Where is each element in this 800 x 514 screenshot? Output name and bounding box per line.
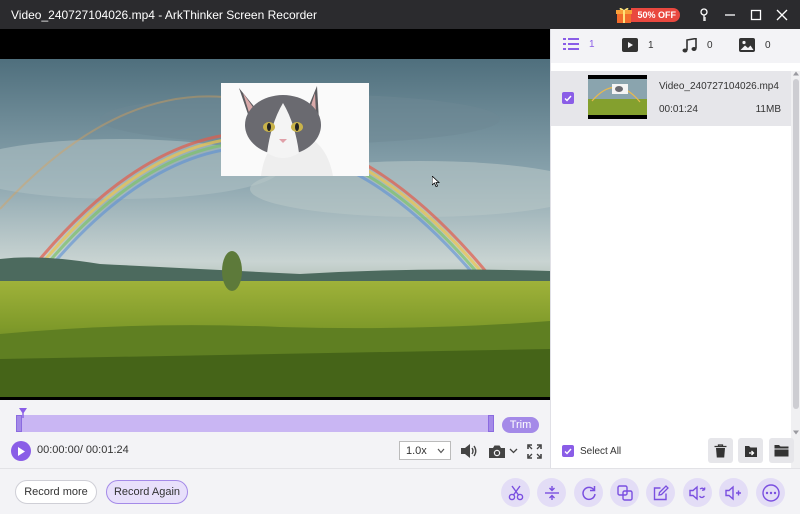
- merge-tool-button[interactable]: [610, 478, 639, 507]
- trim-button[interactable]: Trim: [502, 417, 539, 433]
- tab-image-count: 0: [765, 39, 771, 51]
- rotate-icon: [581, 485, 596, 500]
- recording-list-item[interactable]: Video_240727104026.mp4 00:01:24 11MB: [551, 71, 791, 126]
- open-folder-button[interactable]: [769, 438, 794, 463]
- tab-audio-count: 0: [707, 40, 713, 51]
- delete-button[interactable]: [708, 438, 733, 463]
- volume-button[interactable]: [460, 441, 478, 461]
- chevron-down-icon: [509, 448, 518, 454]
- tab-all-count: 1: [589, 38, 595, 50]
- chevron-down-icon: [437, 448, 445, 454]
- compress-icon: [544, 485, 559, 500]
- rotate-tool-button[interactable]: [574, 478, 603, 507]
- item-checkbox[interactable]: [562, 92, 574, 104]
- volume-boost-tool-button[interactable]: [719, 478, 748, 507]
- minimize-icon: [725, 13, 735, 16]
- record-more-button[interactable]: Record more: [15, 480, 97, 504]
- select-all[interactable]: Select All: [562, 445, 621, 457]
- key-icon: [700, 7, 708, 21]
- playhead-marker[interactable]: [19, 408, 27, 418]
- more-icon: [761, 483, 780, 502]
- export-button[interactable]: [738, 438, 763, 463]
- mouse-cursor: [432, 176, 440, 187]
- promo-label: 50% OFF: [631, 7, 680, 22]
- list-scrollbar[interactable]: [791, 71, 800, 468]
- scroll-up-icon[interactable]: [793, 71, 799, 76]
- speed-value: 1.0x: [406, 444, 427, 457]
- bottom-toolbar: Record more Record Again: [0, 468, 800, 514]
- recordings-panel: 1 1 0 0 Video_240727104026.mp4 00:01:24 …: [550, 29, 800, 468]
- trim-end-handle[interactable]: [488, 415, 494, 432]
- title-bar: Video_240727104026.mp4 - ArkThinker Scre…: [0, 0, 800, 29]
- tab-audio[interactable]: 0: [682, 38, 713, 53]
- minimize-button[interactable]: [718, 0, 742, 29]
- trim-timeline[interactable]: [16, 415, 494, 432]
- fullscreen-button[interactable]: [526, 441, 542, 461]
- media-tabs: 1 1 0 0: [551, 29, 800, 63]
- export-icon: [744, 445, 757, 457]
- merge-icon: [616, 484, 633, 501]
- speed-select[interactable]: 1.0x: [399, 441, 451, 460]
- maximize-button[interactable]: [744, 0, 768, 29]
- close-icon: [776, 9, 788, 20]
- audio-convert-icon: [689, 484, 706, 501]
- close-button[interactable]: [770, 0, 794, 29]
- select-all-checkbox[interactable]: [562, 445, 574, 457]
- video-thumbnail: [588, 75, 647, 119]
- promo-badge[interactable]: 50% OFF: [614, 5, 680, 25]
- select-all-label: Select All: [580, 445, 622, 457]
- volume-boost-icon: [725, 484, 741, 501]
- tab-all[interactable]: 1: [563, 38, 595, 50]
- key-button[interactable]: [692, 0, 716, 29]
- play-icon: [18, 446, 25, 456]
- volume-icon: [461, 444, 477, 458]
- fullscreen-icon: [526, 443, 542, 459]
- edit-tool-button[interactable]: [646, 478, 675, 507]
- scroll-down-icon[interactable]: [793, 430, 799, 435]
- tab-video[interactable]: 1: [622, 38, 654, 52]
- file-duration: 00:01:24: [659, 104, 698, 115]
- image-icon: [739, 38, 755, 52]
- window-title: Video_240727104026.mp4 - ArkThinker Scre…: [11, 7, 317, 22]
- more-tools-button[interactable]: [756, 478, 785, 507]
- snapshot-button[interactable]: [487, 441, 519, 461]
- maximize-icon: [750, 9, 762, 20]
- playback-controls: Trim 00:00:00/ 00:01:24 1.0x: [0, 400, 550, 468]
- edit-icon: [653, 484, 669, 500]
- record-again-button[interactable]: Record Again: [106, 480, 188, 504]
- check-icon: [564, 448, 572, 455]
- time-display: 00:00:00/ 00:01:24: [37, 444, 129, 456]
- video-icon: [622, 38, 638, 52]
- check-icon: [564, 95, 572, 102]
- scroll-thumb[interactable]: [793, 79, 799, 409]
- tab-video-count: 1: [648, 39, 654, 51]
- audio-convert-tool-button[interactable]: [683, 478, 712, 507]
- folder-icon: [774, 445, 789, 457]
- file-size: 11MB: [755, 104, 781, 115]
- scissors-icon: [508, 485, 523, 500]
- trash-icon: [714, 443, 727, 457]
- tab-image[interactable]: 0: [739, 38, 771, 52]
- webcam-overlay[interactable]: [221, 83, 369, 176]
- music-icon: [682, 38, 697, 53]
- compress-tool-button[interactable]: [537, 478, 566, 507]
- camera-icon: [489, 445, 505, 458]
- video-preview[interactable]: [0, 29, 550, 400]
- gift-icon: [614, 5, 634, 25]
- play-button[interactable]: [11, 441, 31, 461]
- list-icon: [563, 38, 579, 50]
- file-name: Video_240727104026.mp4: [659, 81, 779, 92]
- trim-tool-button[interactable]: [501, 478, 530, 507]
